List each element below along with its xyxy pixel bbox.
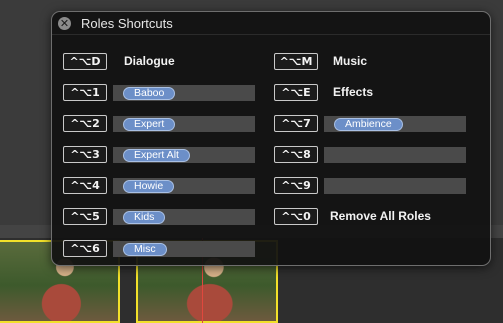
role-tag: Kids bbox=[123, 211, 166, 224]
role-field-empty[interactable] bbox=[324, 178, 466, 194]
role-field[interactable]: Baboo bbox=[113, 85, 255, 101]
role-label: Effects bbox=[333, 85, 374, 99]
close-icon[interactable]: ✕ bbox=[58, 17, 71, 30]
shortcut-key: ^⌥6 bbox=[63, 240, 107, 257]
shortcut-key: ^⌥1 bbox=[63, 84, 107, 101]
shortcut-key: ^⌥3 bbox=[63, 146, 107, 163]
shortcut-key: ^⌥D bbox=[63, 53, 107, 70]
shortcut-key: ^⌥7 bbox=[274, 115, 318, 132]
panel-title: Roles Shortcuts bbox=[81, 16, 173, 31]
role-tag: Expert Alt bbox=[123, 149, 190, 162]
shortcut-key: ^⌥5 bbox=[63, 208, 107, 225]
role-tag: Howie bbox=[123, 180, 175, 193]
roles-shortcuts-panel: ✕ Roles Shortcuts ^⌥D Dialogue ^⌥1 Baboo… bbox=[51, 11, 491, 266]
role-field[interactable]: Kids bbox=[113, 209, 255, 225]
role-tag: Ambience bbox=[334, 118, 403, 131]
role-field[interactable]: Expert Alt bbox=[113, 147, 255, 163]
remove-all-roles-label: Remove All Roles bbox=[330, 209, 431, 223]
shortcut-key: ^⌥8 bbox=[274, 146, 318, 163]
role-field[interactable]: Howie bbox=[113, 178, 255, 194]
role-tag: Expert bbox=[123, 118, 176, 131]
panel-title-bar: ✕ Roles Shortcuts bbox=[52, 12, 490, 35]
shortcut-key: ^⌥E bbox=[274, 84, 318, 101]
shortcut-key: ^⌥0 bbox=[274, 208, 318, 225]
role-tag: Misc bbox=[123, 243, 167, 256]
shortcut-key: ^⌥4 bbox=[63, 177, 107, 194]
shortcut-key: ^⌥2 bbox=[63, 115, 107, 132]
role-label: Music bbox=[333, 54, 368, 68]
role-tag: Baboo bbox=[123, 87, 176, 100]
role-field[interactable]: Misc bbox=[113, 241, 255, 257]
role-field-empty[interactable] bbox=[324, 147, 466, 163]
role-label: Dialogue bbox=[124, 54, 175, 68]
shortcut-key: ^⌥9 bbox=[274, 177, 318, 194]
role-field[interactable]: Expert bbox=[113, 116, 255, 132]
role-field[interactable]: Ambience bbox=[324, 116, 466, 132]
shortcut-key: ^⌥M bbox=[274, 53, 318, 70]
